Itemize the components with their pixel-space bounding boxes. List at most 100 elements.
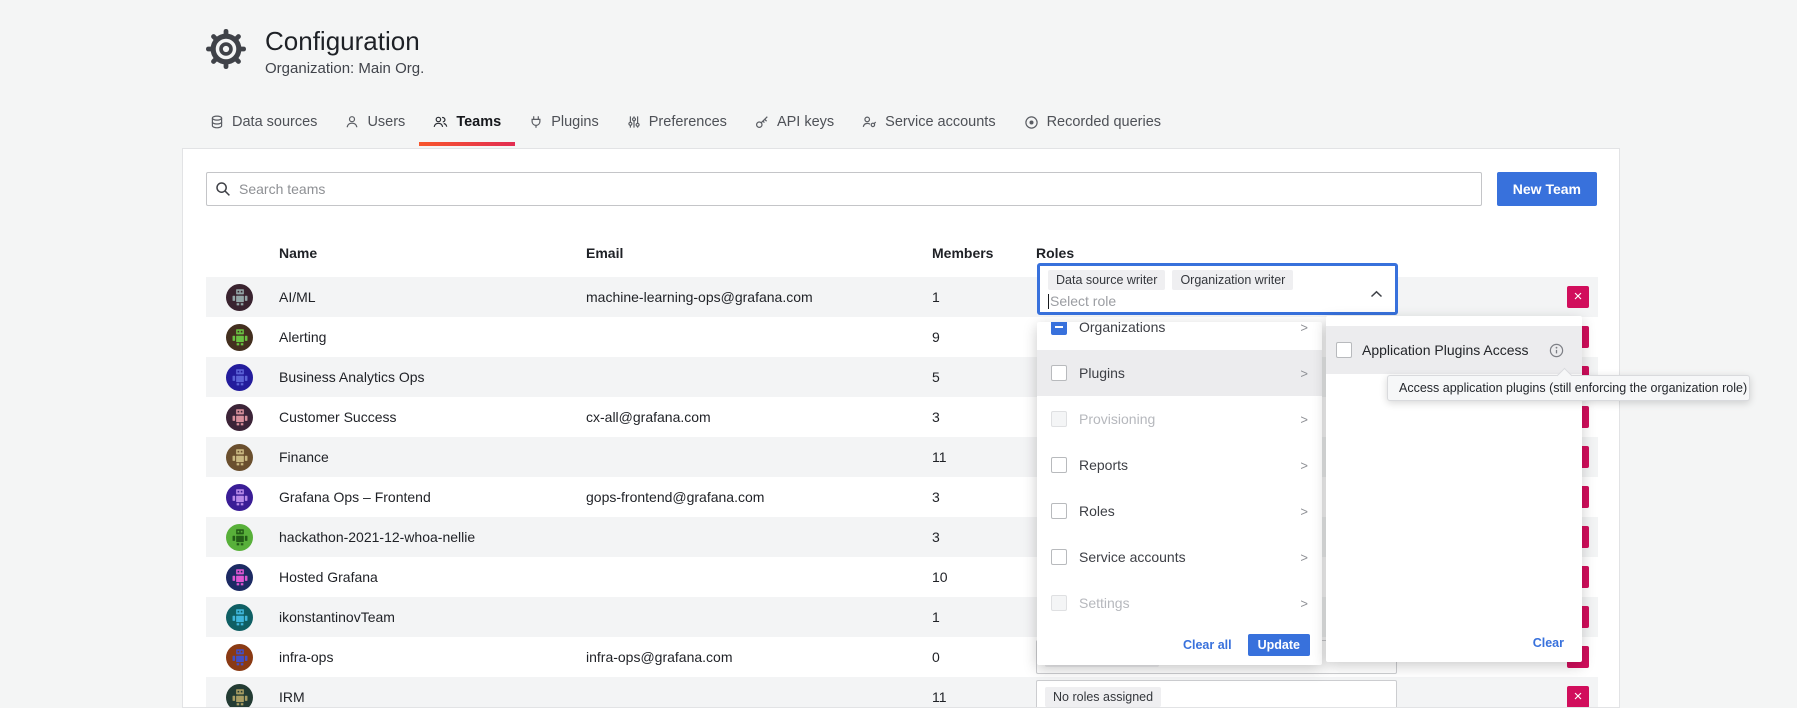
roles-menu-item-organizations[interactable]: Organizations > — [1037, 322, 1322, 350]
team-avatar — [226, 484, 253, 511]
team-name[interactable]: AI/ML — [279, 289, 586, 305]
tab-label: Service accounts — [885, 114, 995, 130]
user-icon — [345, 115, 359, 129]
team-name[interactable]: Finance — [279, 449, 586, 465]
users-icon — [433, 115, 448, 129]
tab-plugins[interactable]: Plugins — [515, 102, 613, 146]
checkbox-indeterminate-icon[interactable] — [1051, 322, 1067, 335]
new-team-button[interactable]: New Team — [1497, 172, 1597, 206]
team-members-count: 1 — [932, 289, 1036, 305]
roles-menu: Organizations > Plugins > Provisioning >… — [1037, 322, 1322, 626]
update-button[interactable]: Update — [1248, 634, 1310, 656]
team-avatar — [226, 404, 253, 431]
tab-label: Plugins — [551, 114, 599, 130]
team-avatar — [226, 644, 253, 671]
team-members-count: 3 — [932, 529, 1036, 545]
text-cursor — [1048, 294, 1049, 309]
tab-api-keys[interactable]: API keys — [741, 102, 848, 146]
tab-label: Users — [367, 114, 405, 130]
sliders-icon — [627, 115, 641, 129]
tab-service-accounts[interactable]: Service accounts — [848, 102, 1009, 146]
team-name[interactable]: IRM — [279, 689, 586, 705]
role-picker-input[interactable]: Select role — [1048, 293, 1387, 309]
tab-label: API keys — [777, 114, 834, 130]
toolbar: New Team — [206, 172, 1597, 206]
menu-item-label: Reports — [1079, 457, 1288, 473]
team-avatar — [226, 564, 253, 591]
team-name[interactable]: infra-ops — [279, 649, 586, 665]
menu-item-label: Roles — [1079, 503, 1288, 519]
submenu-clear-button[interactable]: Clear — [1533, 636, 1564, 650]
team-email: cx-all@grafana.com — [586, 409, 932, 425]
role-tag: Data source writer — [1048, 270, 1165, 290]
search-icon — [215, 181, 231, 202]
team-name[interactable]: Alerting — [279, 329, 586, 345]
delete-team-button[interactable]: × — [1567, 686, 1589, 708]
chevron-right-icon: > — [1300, 458, 1308, 473]
roles-menu-item-settings[interactable]: Settings > — [1037, 580, 1322, 626]
service-account-icon — [862, 115, 877, 129]
role-picker-tags: Data source writer Organization writer — [1048, 270, 1387, 290]
tab-label: Data sources — [232, 114, 317, 130]
chevron-up-icon[interactable] — [1370, 286, 1383, 304]
delete-team-button[interactable]: × — [1567, 286, 1589, 308]
team-members-count: 3 — [932, 409, 1036, 425]
submenu-item-application-plugins-access[interactable]: Application Plugins Access — [1326, 326, 1582, 374]
key-icon — [755, 115, 769, 129]
checkbox-unchecked-icon[interactable] — [1051, 503, 1067, 519]
chevron-right-icon: > — [1300, 504, 1308, 519]
team-avatar — [226, 524, 253, 551]
tab-users[interactable]: Users — [331, 102, 419, 146]
submenu-item-label: Application Plugins Access — [1362, 342, 1529, 358]
search-input[interactable] — [206, 172, 1482, 206]
roles-menu-item-reports[interactable]: Reports > — [1037, 442, 1322, 488]
team-name[interactable]: ikonstantinovTeam — [279, 609, 586, 625]
tab-data-sources[interactable]: Data sources — [196, 102, 331, 146]
chevron-right-icon: > — [1300, 322, 1308, 335]
chevron-right-icon: > — [1300, 550, 1308, 565]
team-name[interactable]: hackathon-2021-12-whoa-nellie — [279, 529, 586, 545]
tab-preferences[interactable]: Preferences — [613, 102, 741, 146]
configuration-page: Configuration Organization: Main Org. Da… — [0, 0, 1797, 708]
role-tag: Organization writer — [1172, 270, 1293, 290]
tab-recorded-queries[interactable]: Recorded queries — [1010, 102, 1175, 146]
checkbox-unchecked-icon[interactable] — [1051, 411, 1067, 427]
team-email: gops-frontend@grafana.com — [586, 489, 932, 505]
roles-menu-item-service-accounts[interactable]: Service accounts > — [1037, 534, 1322, 580]
checkbox-unchecked-icon[interactable] — [1336, 342, 1352, 358]
team-avatar — [226, 324, 253, 351]
team-name[interactable]: Business Analytics Ops — [279, 369, 586, 385]
tab-teams[interactable]: Teams — [419, 102, 515, 146]
info-icon[interactable] — [1549, 343, 1564, 358]
dropdown-footer: Clear all Update — [1183, 634, 1310, 656]
team-name[interactable]: Hosted Grafana — [279, 569, 586, 585]
roles-menu-item-roles[interactable]: Roles > — [1037, 488, 1322, 534]
checkbox-unchecked-icon[interactable] — [1051, 549, 1067, 565]
tab-label: Recorded queries — [1047, 114, 1161, 130]
chevron-right-icon: > — [1300, 596, 1308, 611]
team-members-count: 10 — [932, 569, 1036, 585]
team-name[interactable]: Customer Success — [279, 409, 586, 425]
checkbox-unchecked-icon[interactable] — [1051, 595, 1067, 611]
roles-menu-item-provisioning[interactable]: Provisioning > — [1037, 396, 1322, 442]
column-header-email: Email — [586, 245, 932, 261]
tooltip-text: Access application plugins (still enforc… — [1399, 381, 1747, 395]
clear-all-button[interactable]: Clear all — [1183, 638, 1232, 652]
role-picker[interactable]: No roles assigned — [1036, 680, 1397, 708]
page-subtitle: Organization: Main Org. — [265, 60, 424, 77]
menu-item-label: Settings — [1079, 595, 1288, 611]
checkbox-unchecked-icon[interactable] — [1051, 457, 1067, 473]
team-avatar — [226, 284, 253, 311]
menu-item-label: Provisioning — [1079, 411, 1288, 427]
team-name[interactable]: Grafana Ops – Frontend — [279, 489, 586, 505]
team-members-count: 9 — [932, 329, 1036, 345]
team-members-count: 5 — [932, 369, 1036, 385]
menu-item-label: Service accounts — [1079, 549, 1288, 565]
checkbox-unchecked-icon[interactable] — [1051, 365, 1067, 381]
roles-menu-item-plugins[interactable]: Plugins > — [1037, 350, 1322, 396]
role-picker-open[interactable]: Data source writer Organization writer S… — [1037, 263, 1398, 315]
team-avatar — [226, 684, 253, 708]
table-row[interactable]: IRM 11 No roles assigned × — [206, 677, 1598, 708]
role-tag: No roles assigned — [1045, 687, 1161, 707]
chevron-right-icon: > — [1300, 412, 1308, 427]
